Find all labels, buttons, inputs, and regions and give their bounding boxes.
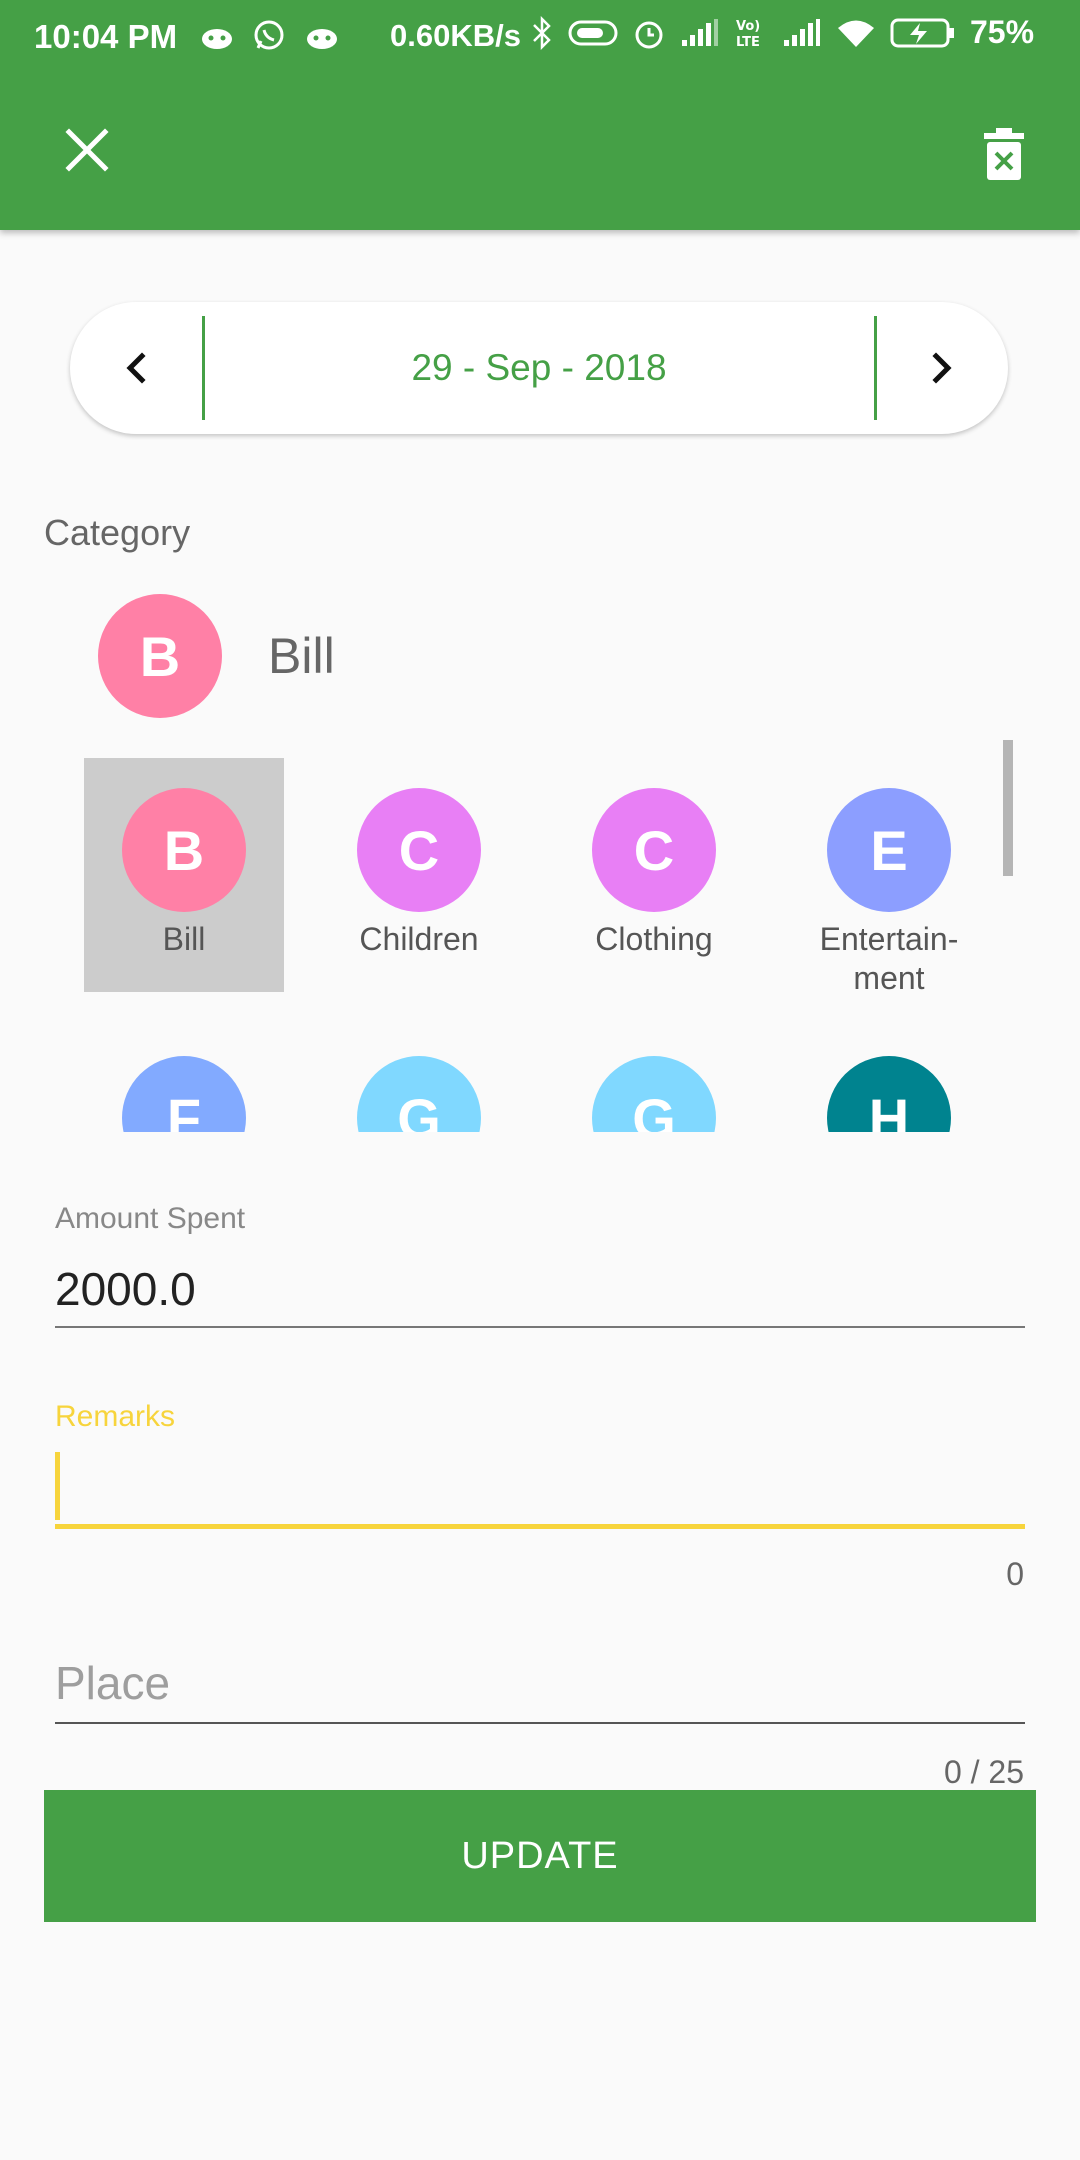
selected-category: B Bill [98,594,335,718]
category-avatar: F [122,1056,246,1132]
selected-category-name: Bill [268,628,335,684]
delete-icon [984,128,1024,180]
category-avatar: B [122,788,246,912]
category-item[interactable]: F [84,1026,284,1132]
android-icon [202,29,232,49]
battery-percent: 75% [970,14,1035,50]
amount-input[interactable]: 2000.0 [55,1262,196,1316]
whatsapp-icon [254,20,284,50]
category-item[interactable]: B Bill [84,758,284,992]
amount-underline [55,1326,1025,1328]
category-avatar: C [357,788,481,912]
volte-icon: Vo)LTE [736,19,760,50]
category-item[interactable]: C Children [319,758,519,992]
category-item[interactable]: E Entertain-ment [789,758,989,996]
category-name: Children [359,921,479,957]
bluetooth-icon [533,15,551,50]
remarks-label: Remarks [55,1400,176,1433]
remarks-counter: 0 [1006,1556,1024,1592]
notification-icons [200,18,339,54]
date-display[interactable]: 29 - Sep - 2018 [205,302,873,434]
remarks-underline [55,1524,1025,1529]
place-underline [55,1722,1025,1724]
place-input[interactable]: Place [55,1656,170,1710]
delete-button[interactable] [984,128,1024,180]
category-label: Category [44,512,191,553]
category-avatar: H [827,1056,951,1132]
svg-text:LTE: LTE [736,35,760,50]
category-avatar: E [827,788,951,912]
category-item[interactable]: C Clothing [554,758,754,992]
chevron-left-icon [126,352,146,384]
android-icon [306,29,337,49]
chevron-right-icon [932,352,952,384]
signal-icon [784,18,820,46]
signal-icon [682,18,718,46]
wifi-icon [838,20,874,47]
selected-category-avatar: B [98,594,222,718]
amount-label: Amount Spent [55,1202,246,1235]
category-item[interactable]: G [554,1026,754,1132]
category-avatar: G [357,1056,481,1132]
date-selector: 29 - Sep - 2018 [70,302,1008,434]
alarm-icon [635,21,663,48]
next-date-button[interactable] [876,302,1008,434]
update-button[interactable]: UPDATE [44,1790,1036,1922]
toggle-icon [568,20,618,45]
status-time: 10:04 PM [34,18,178,55]
network-speed: 0.60KB/s [390,18,521,53]
category-item[interactable]: G [319,1026,519,1132]
category-name: Entertain-ment [819,921,959,996]
category-name: Bill [162,921,206,957]
category-grid[interactable]: B Bill C Children C Clothing E Entertain-ment F G… [60,738,1020,1132]
status-bar: 10:04 PM 0.60KB/s Vo) LTE 75% [0,0,1080,76]
previous-date-button[interactable] [70,302,202,434]
category-name: Clothing [595,921,713,957]
place-counter: 0 / 25 [943,1754,1024,1790]
battery-charging-icon [890,18,954,47]
category-grid-scrollbar[interactable] [1003,740,1013,876]
category-avatar: C [592,788,716,912]
remarks-input[interactable] [55,1452,60,1520]
close-button[interactable] [62,125,112,175]
close-icon [65,128,109,172]
category-item[interactable]: H [789,1026,989,1132]
category-avatar: G [592,1056,716,1132]
svg-text:Vo): Vo) [736,19,760,34]
app-bar: 10:04 PM 0.60KB/s Vo) LTE 75% [0,0,1080,230]
